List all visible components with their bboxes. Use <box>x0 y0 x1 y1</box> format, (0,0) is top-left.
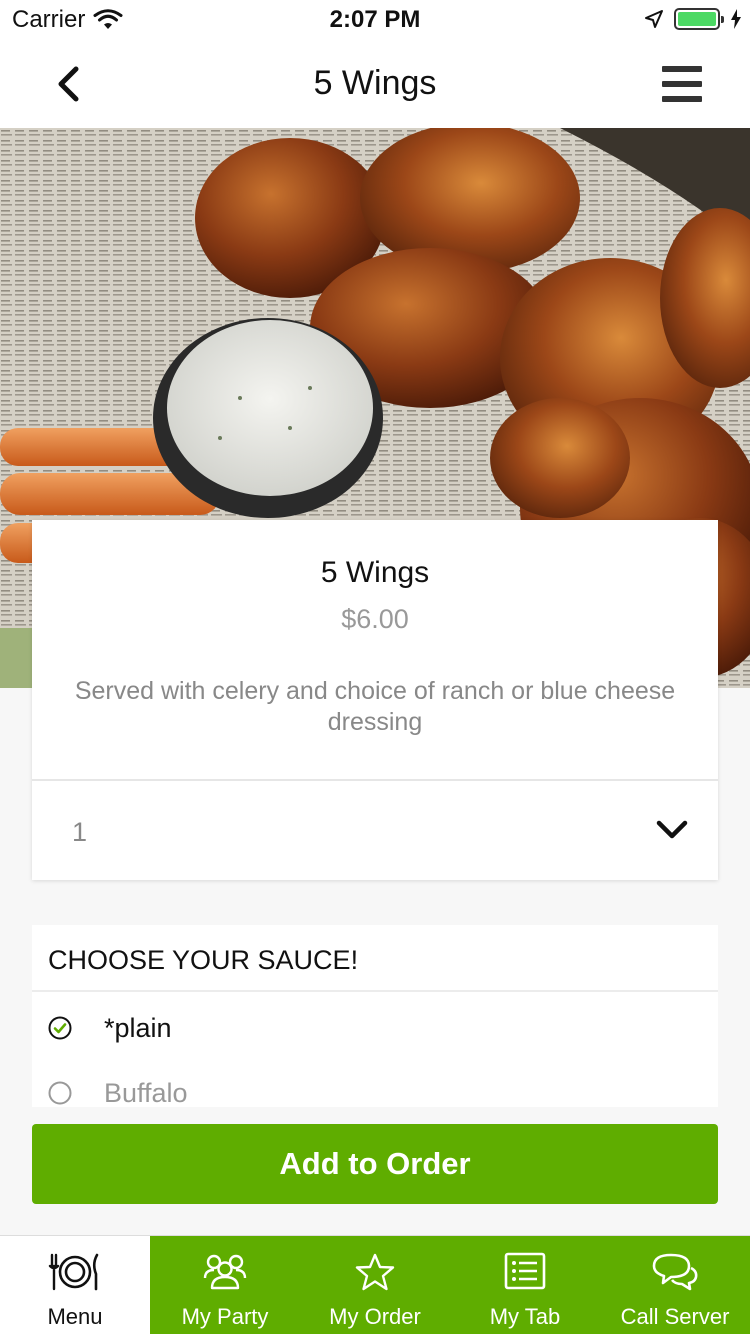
add-to-order-button[interactable]: Add to Order <box>32 1124 718 1204</box>
tab-label: Call Server <box>620 1304 730 1329</box>
tab-bar: Menu My Party My Order My Tab Call Serve… <box>0 1235 750 1334</box>
sauce-option-plain[interactable]: *plain <box>32 998 718 1058</box>
nav-bar: 5 Wings <box>0 40 750 128</box>
tab-call-server[interactable]: Call Server <box>600 1236 750 1334</box>
status-bar: Carrier 2:07 PM <box>0 0 750 40</box>
sauce-header: CHOOSE YOUR SAUCE! <box>32 925 718 992</box>
battery-icon <box>674 8 724 30</box>
sauce-option-buffalo[interactable]: Buffalo <box>32 1063 718 1107</box>
item-name: 5 Wings <box>320 556 430 589</box>
tab-label: My Party <box>181 1304 269 1329</box>
chevron-down-icon <box>656 820 688 839</box>
sauce-option-label: Buffalo <box>104 1077 188 1108</box>
star-icon <box>355 1253 395 1291</box>
radio-checked-icon <box>48 1016 72 1040</box>
charging-bolt-icon <box>731 9 741 29</box>
tab-my-party[interactable]: My Party <box>150 1236 300 1334</box>
hamburger-icon-line <box>662 66 702 72</box>
tab-my-order[interactable]: My Order <box>300 1236 450 1334</box>
quantity-select[interactable]: 1 <box>32 781 718 880</box>
radio-unchecked-icon <box>48 1081 72 1105</box>
item-description: Served with celery and choice of ranch o… <box>74 677 676 736</box>
tab-label: Menu <box>47 1304 103 1329</box>
sauce-options-section: CHOOSE YOUR SAUCE! *plain Buffalo <box>32 925 718 1107</box>
location-arrow-icon <box>645 10 663 28</box>
tab-label: My Tab <box>489 1304 561 1329</box>
menu-button[interactable] <box>662 66 702 102</box>
status-time: 2:07 PM <box>329 6 421 33</box>
status-right-group <box>644 8 742 30</box>
list-icon <box>504 1252 546 1290</box>
hamburger-icon-line <box>662 81 702 87</box>
plate-fork-knife-icon <box>48 1253 99 1291</box>
tab-label: My Order <box>329 1304 421 1329</box>
item-detail-card: 5 Wings $6.00 Served with celery and cho… <box>32 520 718 880</box>
hamburger-icon-line <box>662 96 702 102</box>
group-icon <box>203 1254 247 1290</box>
quantity-value: 1 <box>72 817 88 847</box>
chat-bubbles-icon <box>652 1253 698 1291</box>
sauce-option-label: *plain <box>104 1012 172 1043</box>
page-title: 5 Wings <box>313 64 437 102</box>
tab-menu[interactable]: Menu <box>0 1236 150 1334</box>
add-to-order-area: Add to Order <box>0 1107 750 1235</box>
tab-my-tab[interactable]: My Tab <box>450 1236 600 1334</box>
item-price: $6.00 <box>341 604 409 634</box>
